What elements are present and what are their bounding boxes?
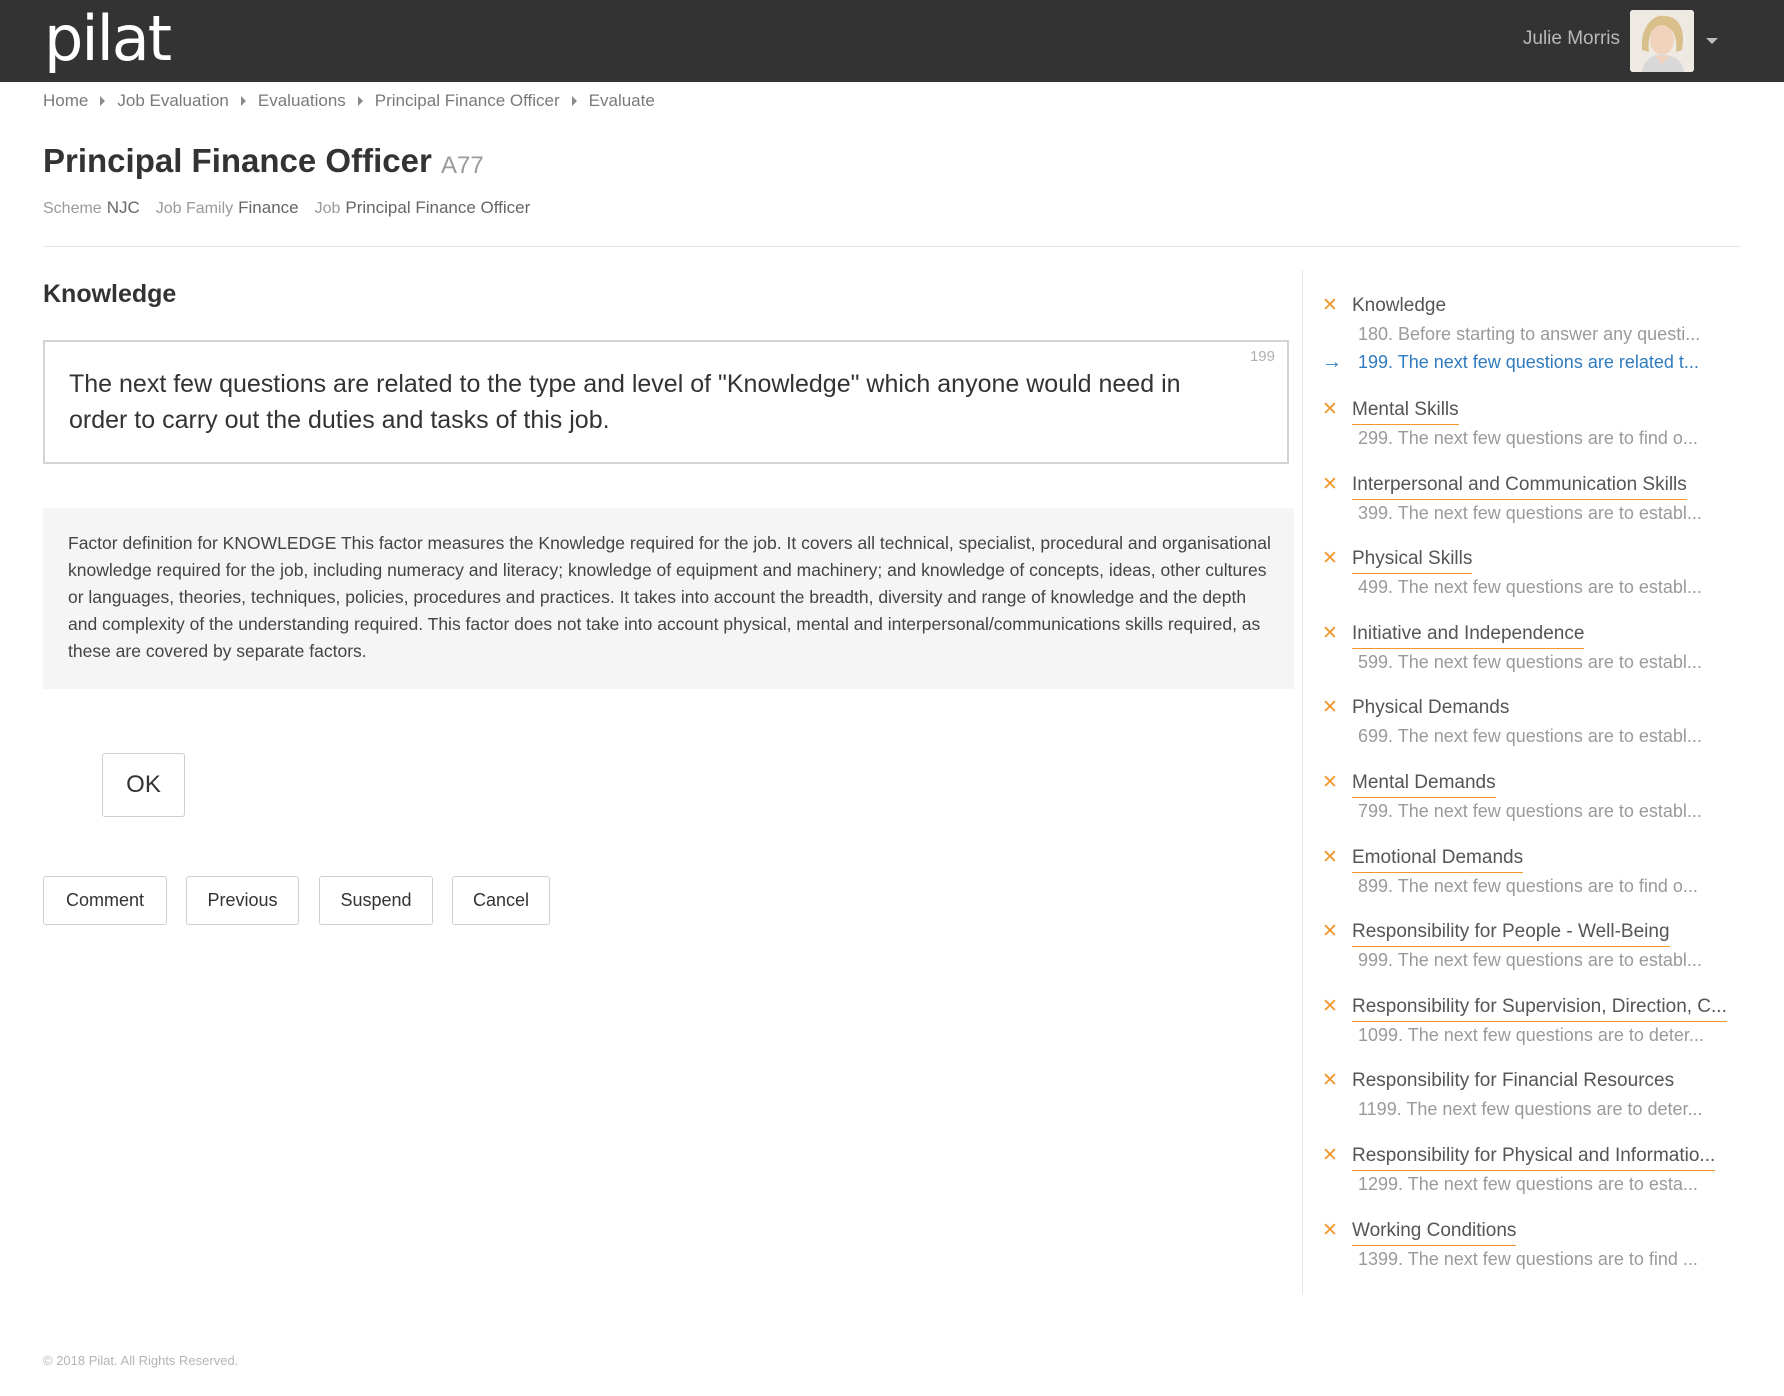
top-bar: pilat Julie Morris bbox=[0, 0, 1784, 82]
nav-item-title[interactable]: Working Conditions bbox=[1352, 1219, 1517, 1246]
nav-item-subtitle[interactable]: 1199. The next few questions are to dete… bbox=[1358, 1097, 1726, 1121]
job-label: Job bbox=[314, 200, 341, 217]
nav-item-knowledge[interactable]: ✕ Knowledge 180. Before starting to answ… bbox=[1322, 294, 1742, 354]
nav-item-title[interactable]: Physical Skills bbox=[1352, 547, 1473, 574]
avatar[interactable] bbox=[1630, 10, 1694, 72]
nav-item-title[interactable]: Emotional Demands bbox=[1352, 846, 1524, 873]
nav-item-subtitle[interactable]: 1099. The next few questions are to dete… bbox=[1358, 1023, 1726, 1047]
nav-question-180[interactable]: 180. Before starting to answer any quest… bbox=[1358, 322, 1726, 346]
nav-item-title[interactable]: Mental Demands bbox=[1352, 771, 1496, 798]
nav-item-interpersonal-skills[interactable]: ✕ Interpersonal and Communication Skills… bbox=[1322, 473, 1742, 533]
close-icon: ✕ bbox=[1322, 846, 1338, 868]
close-icon: ✕ bbox=[1322, 1219, 1338, 1241]
nav-item-mental-skills[interactable]: ✕ Mental Skills 299. The next few questi… bbox=[1322, 398, 1742, 458]
close-icon: ✕ bbox=[1322, 473, 1338, 495]
page-title: Principal Finance Officer bbox=[43, 142, 432, 179]
question-box: 199 The next few questions are related t… bbox=[43, 340, 1289, 464]
suspend-button[interactable]: Suspend bbox=[319, 876, 433, 925]
breadcrumb-evaluations[interactable]: Evaluations bbox=[258, 91, 346, 111]
close-icon: ✕ bbox=[1322, 399, 1338, 420]
breadcrumb-home[interactable]: Home bbox=[43, 91, 88, 111]
nav-item-subtitle[interactable]: 799. The next few questions are to estab… bbox=[1358, 799, 1726, 823]
cancel-button[interactable]: Cancel bbox=[452, 876, 550, 925]
nav-item-subtitle[interactable]: 899. The next few questions are to find … bbox=[1358, 874, 1726, 898]
nav-item-title[interactable]: Responsibility for Physical and Informat… bbox=[1352, 1144, 1716, 1171]
nav-item-subtitle[interactable]: 1299. The next few questions are to esta… bbox=[1358, 1172, 1726, 1196]
question-text: The next few questions are related to th… bbox=[69, 370, 1181, 434]
app-logo[interactable]: pilat bbox=[44, 4, 172, 74]
scheme-meta: Scheme NJC bbox=[43, 198, 140, 218]
arrow-right-icon: → bbox=[1322, 351, 1342, 373]
nav-item-subtitle[interactable]: 999. The next few questions are to estab… bbox=[1358, 948, 1726, 972]
nav-item-subtitle[interactable]: 399. The next few questions are to estab… bbox=[1358, 501, 1726, 525]
close-icon: ✕ bbox=[1322, 1145, 1338, 1166]
scheme-value: NJC bbox=[106, 198, 140, 217]
nav-item-subtitle[interactable]: 599. The next few questions are to estab… bbox=[1358, 650, 1726, 674]
close-icon: ✕ bbox=[1322, 772, 1338, 793]
close-icon: ✕ bbox=[1322, 697, 1338, 718]
close-icon: ✕ bbox=[1322, 921, 1338, 942]
caret-right-icon bbox=[240, 96, 246, 106]
chevron-down-icon[interactable] bbox=[1706, 38, 1718, 44]
nav-item-subtitle[interactable]: 499. The next few questions are to estab… bbox=[1358, 575, 1726, 599]
job-code: A77 bbox=[441, 152, 484, 179]
caret-right-icon bbox=[571, 96, 577, 106]
sidebar-divider bbox=[1302, 270, 1303, 1294]
ok-button[interactable]: OK bbox=[102, 753, 185, 817]
job-meta: Scheme NJC Job Family Finance Job Principal… bbox=[43, 198, 530, 218]
footer-copyright: © 2018 Pilat. All Rights Reserved. bbox=[43, 1353, 239, 1368]
nav-item-title[interactable]: Responsibility for People - Well-Being bbox=[1352, 920, 1670, 947]
scheme-label: Scheme bbox=[43, 200, 102, 217]
nav-item-physical-information[interactable]: ✕ Responsibility for Physical and Inform… bbox=[1322, 1144, 1742, 1204]
section-title: Knowledge bbox=[43, 280, 177, 308]
breadcrumb-job-evaluation[interactable]: Job Evaluation bbox=[117, 91, 229, 111]
close-icon: ✕ bbox=[1322, 995, 1338, 1017]
comment-button[interactable]: Comment bbox=[43, 876, 167, 925]
close-icon: ✕ bbox=[1322, 295, 1338, 316]
nav-item-supervision[interactable]: ✕ Responsibility for Supervision, Direct… bbox=[1322, 995, 1742, 1055]
job-meta-item: Job Principal Finance Officer bbox=[315, 198, 531, 218]
breadcrumb: Home Job Evaluation Evaluations Principa… bbox=[43, 91, 655, 111]
nav-item-working-conditions[interactable]: ✕ Working Conditions 1399. The next few … bbox=[1322, 1219, 1742, 1279]
nav-item-title[interactable]: Mental Skills bbox=[1352, 398, 1459, 425]
nav-item-title[interactable]: Knowledge bbox=[1352, 294, 1446, 320]
nav-item-physical-skills[interactable]: ✕ Physical Skills 499. The next few ques… bbox=[1322, 547, 1742, 607]
family-meta: Job Family Finance bbox=[156, 198, 299, 218]
breadcrumb-evaluate: Evaluate bbox=[588, 91, 655, 110]
caret-right-icon bbox=[357, 96, 363, 106]
job-value: Principal Finance Officer bbox=[345, 198, 531, 217]
close-icon: ✕ bbox=[1322, 1070, 1338, 1091]
caret-right-icon bbox=[100, 96, 106, 106]
nav-item-people-wellbeing[interactable]: ✕ Responsibility for People - Well-Being… bbox=[1322, 920, 1742, 980]
factor-definition: Factor definition for KNOWLEDGE This fac… bbox=[43, 508, 1294, 689]
breadcrumb-job[interactable]: Principal Finance Officer bbox=[375, 91, 560, 111]
nav-item-title[interactable]: Physical Demands bbox=[1352, 696, 1509, 722]
question-number: 199 bbox=[1249, 348, 1275, 365]
nav-item-initiative[interactable]: ✕ Initiative and Independence 599. The n… bbox=[1322, 622, 1742, 682]
close-icon: ✕ bbox=[1322, 548, 1338, 569]
nav-item-title[interactable]: Responsibility for Supervision, Directio… bbox=[1352, 995, 1727, 1022]
job-family-value: Finance bbox=[238, 198, 299, 217]
nav-item-mental-demands[interactable]: ✕ Mental Demands 799. The next few quest… bbox=[1322, 771, 1742, 831]
nav-item-subtitle[interactable]: 299. The next few questions are to find … bbox=[1358, 426, 1726, 450]
nav-item-title[interactable]: Responsibility for Financial Resources bbox=[1352, 1069, 1674, 1095]
nav-item-title[interactable]: Interpersonal and Communication Skills bbox=[1352, 473, 1687, 500]
user-name[interactable]: Julie Morris bbox=[1523, 28, 1620, 50]
nav-question-199-current[interactable]: 199. The next few questions are related … bbox=[1358, 350, 1726, 374]
nav-item-title[interactable]: Initiative and Independence bbox=[1352, 622, 1585, 649]
divider bbox=[43, 246, 1741, 247]
nav-item-subtitle[interactable]: 699. The next few questions are to estab… bbox=[1358, 724, 1726, 748]
job-family-label: Job Family bbox=[155, 200, 234, 217]
nav-item-subtitle[interactable]: 1399. The next few questions are to find… bbox=[1358, 1247, 1726, 1271]
previous-button[interactable]: Previous bbox=[186, 876, 299, 925]
nav-item-financial-resources[interactable]: ✕ Responsibility for Financial Resources… bbox=[1322, 1069, 1742, 1129]
close-icon: ✕ bbox=[1322, 622, 1338, 644]
nav-item-physical-demands[interactable]: ✕ Physical Demands 699. The next few que… bbox=[1322, 696, 1742, 756]
nav-item-emotional-demands[interactable]: ✕ Emotional Demands 899. The next few qu… bbox=[1322, 846, 1742, 906]
